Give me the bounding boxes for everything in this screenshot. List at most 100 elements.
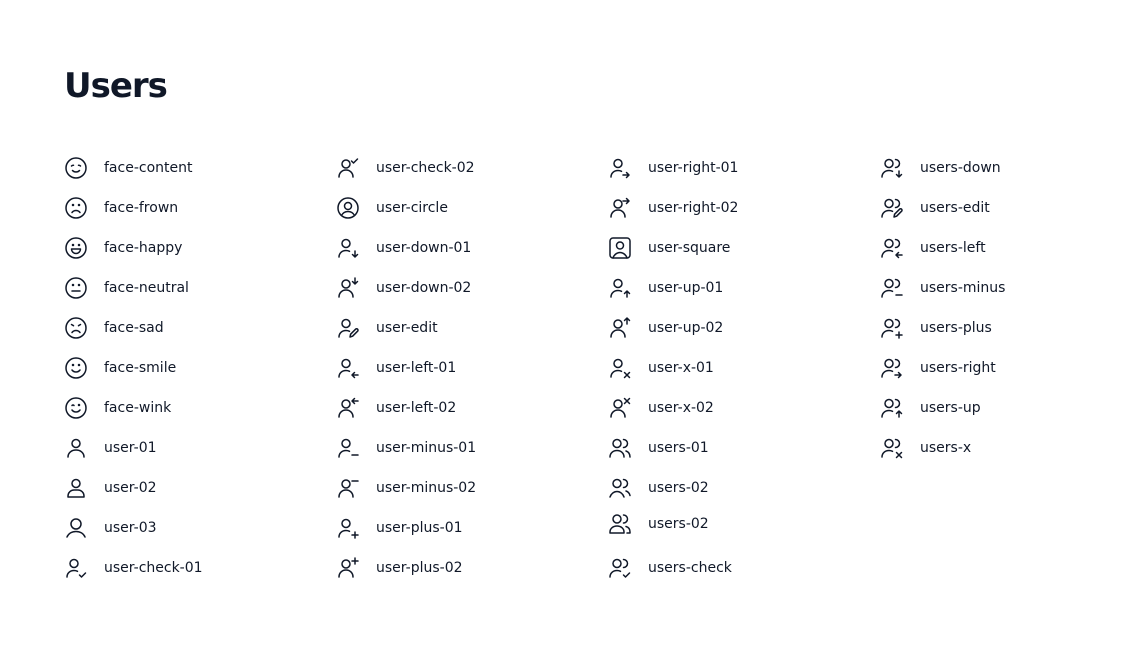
icon-item: users-down: [880, 152, 1130, 192]
icon-item: user-left-01: [336, 352, 586, 392]
user-left-01-icon: [336, 356, 360, 380]
icon-item: users-01: [608, 432, 858, 472]
user-left-02-icon: [336, 396, 360, 420]
icon-item: users-02: [608, 472, 858, 512]
face-wink-icon: [64, 396, 88, 420]
user-minus-02-icon: [336, 476, 360, 500]
face-sad-icon: [64, 316, 88, 340]
icon-item: user-right-01: [608, 152, 858, 192]
users-02-icon: [608, 476, 632, 500]
icon-item: user-left-02: [336, 392, 586, 432]
icon-label: face-content: [104, 160, 193, 176]
user-circle-icon: [336, 196, 360, 220]
user-01-icon: [64, 436, 88, 460]
icon-item: user-up-01: [608, 272, 858, 312]
face-content-icon: [64, 156, 88, 180]
user-right-01-icon: [608, 156, 632, 180]
icon-label: user-up-01: [648, 280, 724, 296]
face-neutral-icon: [64, 276, 88, 300]
icon-item: user-x-01: [608, 352, 858, 392]
icon-label: user-check-02: [376, 160, 475, 176]
icon-item: face-wink: [64, 392, 314, 432]
icon-label: user-down-01: [376, 240, 472, 256]
icon-label: face-happy: [104, 240, 183, 256]
users-plus-icon: [880, 316, 904, 340]
user-down-02-icon: [336, 276, 360, 300]
users-down-icon: [880, 156, 904, 180]
icon-label: users-01: [648, 440, 709, 456]
icon-label: user-left-02: [376, 400, 457, 416]
icon-item: user-plus-02: [336, 552, 586, 592]
icon-label: user-plus-02: [376, 560, 463, 576]
icon-item: users-check: [608, 552, 858, 592]
icon-label: face-wink: [104, 400, 172, 416]
icon-label: user-left-01: [376, 360, 457, 376]
icon-item: users-edit: [880, 192, 1130, 232]
user-check-02-icon: [336, 156, 360, 180]
icon-item: face-sad: [64, 312, 314, 352]
icon-label: user-check-01: [104, 560, 203, 576]
user-down-01-icon: [336, 236, 360, 260]
icon-item: user-square: [608, 232, 858, 272]
users-01-icon: [608, 436, 632, 460]
icon-label: users-edit: [920, 200, 990, 216]
icon-label: users-plus: [920, 320, 992, 336]
user-up-02-icon: [608, 316, 632, 340]
user-check-01-icon: [64, 556, 88, 580]
users-up-icon: [880, 396, 904, 420]
face-frown-icon: [64, 196, 88, 220]
icon-item: face-neutral: [64, 272, 314, 312]
icon-label: users-check: [648, 560, 732, 576]
user-03-icon: [64, 516, 88, 540]
user-square-icon: [608, 236, 632, 260]
user-up-01-icon: [608, 276, 632, 300]
icon-item: user-minus-01: [336, 432, 586, 472]
icon-item: users-x: [880, 432, 1130, 472]
icon-label: user-02: [104, 480, 157, 496]
user-minus-01-icon: [336, 436, 360, 460]
icon-column-1: face-content face-frown face-happy face-neu…: [64, 152, 314, 592]
users-02-alt-icon: [608, 512, 632, 536]
icon-item: user-up-02: [608, 312, 858, 352]
icon-label: user-x-01: [648, 360, 714, 376]
user-plus-01-icon: [336, 516, 360, 540]
icon-label: user-01: [104, 440, 157, 456]
users-edit-icon: [880, 196, 904, 220]
icon-item: user-check-02: [336, 152, 586, 192]
icon-label: user-down-02: [376, 280, 472, 296]
icon-item: users-right: [880, 352, 1130, 392]
icon-column-2: user-check-02 user-circle user-down-01 user…: [336, 152, 586, 592]
icon-item: users-left: [880, 232, 1130, 272]
icon-item: users-plus: [880, 312, 1130, 352]
users-right-icon: [880, 356, 904, 380]
icon-item: user-02: [64, 472, 314, 512]
icon-item: user-plus-01: [336, 512, 586, 552]
users-minus-icon: [880, 276, 904, 300]
icon-label: users-x: [920, 440, 972, 456]
icon-item: face-frown: [64, 192, 314, 232]
icon-label: user-right-02: [648, 200, 739, 216]
user-x-02-icon: [608, 396, 632, 420]
icon-column-3: user-right-01 user-right-02 user-square use…: [608, 152, 858, 592]
icon-item: user-right-02: [608, 192, 858, 232]
icon-label: face-neutral: [104, 280, 189, 296]
icon-label: user-square: [648, 240, 731, 256]
face-happy-icon: [64, 236, 88, 260]
icon-label: face-smile: [104, 360, 177, 376]
icon-item: face-smile: [64, 352, 314, 392]
icon-item: user-check-01: [64, 552, 314, 592]
users-x-icon: [880, 436, 904, 460]
icon-item: face-happy: [64, 232, 314, 272]
icon-label: user-03: [104, 520, 157, 536]
icon-label: user-edit: [376, 320, 438, 336]
icon-item: user-03: [64, 512, 314, 552]
icon-item: face-content: [64, 152, 314, 192]
icon-item: user-edit: [336, 312, 586, 352]
icon-label: face-sad: [104, 320, 164, 336]
user-right-02-icon: [608, 196, 632, 220]
icon-label: users-down: [920, 160, 1001, 176]
icon-label: user-x-02: [648, 400, 714, 416]
icon-label: face-frown: [104, 200, 179, 216]
icon-label: users-left: [920, 240, 986, 256]
icon-item: users-02: [608, 508, 858, 548]
